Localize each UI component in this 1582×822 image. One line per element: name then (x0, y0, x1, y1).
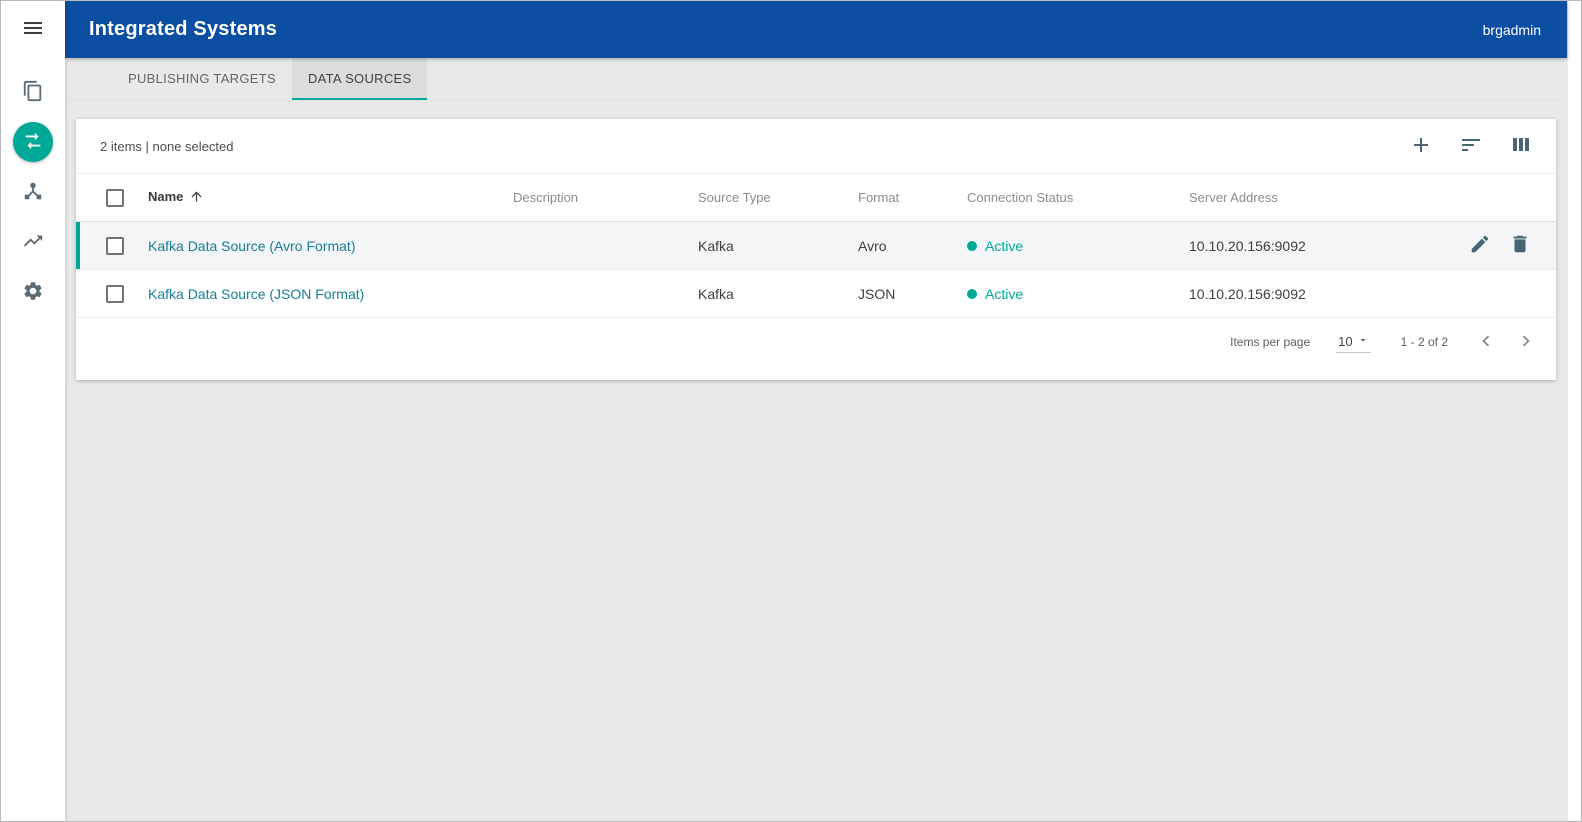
column-header-description[interactable]: Description (513, 174, 698, 222)
sidebar-item-settings[interactable] (13, 272, 53, 312)
chevron-right-icon (1515, 330, 1537, 355)
app-header: Integrated Systems brgadmin (65, 1, 1567, 58)
app-window: Integrated Systems brgadmin PUBLISHING T… (0, 0, 1582, 822)
source-type-cell: Kafka (698, 222, 858, 270)
table-row: Kafka Data Source (Avro Format) Kafka Av… (76, 222, 1556, 270)
sidebar-nav (13, 58, 53, 312)
tab-label: PUBLISHING TARGETS (128, 71, 276, 86)
column-header-format[interactable]: Format (858, 174, 967, 222)
server-address-cell: 10.10.20.156:9092 (1189, 270, 1418, 318)
status-badge: Active (967, 238, 1189, 254)
format-cell: Avro (858, 222, 967, 270)
columns-icon (1509, 133, 1533, 160)
row-checkbox[interactable] (106, 285, 124, 303)
source-type-cell: Kafka (698, 270, 858, 318)
status-dot-icon (967, 289, 977, 299)
description-cell (513, 270, 698, 318)
tab-label: DATA SOURCES (308, 71, 412, 86)
data-source-name-link[interactable]: Kafka Data Source (JSON Format) (148, 286, 364, 302)
page-size-select[interactable]: 10 (1336, 332, 1370, 353)
sort-icon (1459, 133, 1483, 160)
sidebar-item-integrated-systems[interactable] (13, 122, 53, 162)
status-dot-icon (967, 241, 977, 251)
sidebar-item-trends[interactable] (13, 222, 53, 262)
column-header-name[interactable]: Name (148, 174, 513, 222)
trash-icon (1509, 233, 1531, 258)
gear-icon (22, 280, 44, 305)
scrollbar[interactable] (1567, 1, 1581, 821)
column-header-server-address[interactable]: Server Address (1189, 174, 1418, 222)
card-toolbar: 2 items | none selected (76, 119, 1556, 173)
sidebar-item-hierarchy[interactable] (13, 172, 53, 212)
edit-button[interactable] (1462, 228, 1498, 264)
sidebar-item-feed[interactable] (13, 72, 53, 112)
pencil-icon (1469, 233, 1491, 258)
previous-page-button[interactable] (1466, 322, 1506, 362)
add-icon (1409, 133, 1433, 160)
table-header-row: Name Description Source Type Format Conn… (76, 174, 1556, 222)
paginator: Items per page 10 1 - 2 of 2 (76, 318, 1556, 366)
sort-button[interactable] (1452, 127, 1490, 165)
add-button[interactable] (1402, 127, 1440, 165)
description-cell (513, 222, 698, 270)
sort-ascending-icon (189, 192, 204, 207)
device-hub-icon (22, 180, 44, 205)
status-badge: Active (967, 286, 1189, 302)
page-range-label: 1 - 2 of 2 (1401, 335, 1448, 349)
chevron-down-icon (1357, 334, 1369, 349)
content-area: 2 items | none selected (65, 101, 1567, 821)
tab-bar: PUBLISHING TARGETS DATA SOURCES (65, 58, 1567, 101)
toolbar-actions (1402, 127, 1540, 165)
items-per-page-label: Items per page (1230, 335, 1310, 349)
server-address-cell: 10.10.20.156:9092 (1189, 222, 1418, 270)
next-page-button[interactable] (1506, 322, 1546, 362)
row-checkbox[interactable] (106, 237, 124, 255)
data-sources-table: Name Description Source Type Format Conn… (76, 173, 1556, 318)
data-source-name-link[interactable]: Kafka Data Source (Avro Format) (148, 238, 355, 254)
column-header-connection-status[interactable]: Connection Status (967, 174, 1189, 222)
format-cell: JSON (858, 270, 967, 318)
hamburger-icon (21, 16, 45, 43)
data-sources-card: 2 items | none selected (76, 119, 1556, 380)
select-all-checkbox[interactable] (106, 189, 124, 207)
columns-button[interactable] (1502, 127, 1540, 165)
tab-data-sources[interactable]: DATA SOURCES (292, 58, 428, 100)
feed-icon (22, 80, 44, 105)
delete-button[interactable] (1502, 228, 1538, 264)
column-header-source-type[interactable]: Source Type (698, 174, 858, 222)
sidebar (1, 1, 65, 821)
menu-button[interactable] (1, 1, 65, 58)
selection-summary: 2 items | none selected (100, 139, 233, 154)
trending-up-icon (22, 230, 44, 255)
main-area: Integrated Systems brgadmin PUBLISHING T… (65, 1, 1567, 821)
tab-publishing-targets[interactable]: PUBLISHING TARGETS (112, 58, 292, 100)
chevron-left-icon (1475, 330, 1497, 355)
page-title: Integrated Systems (89, 18, 277, 41)
user-menu[interactable]: brgadmin (1483, 22, 1541, 38)
table-row: Kafka Data Source (JSON Format) Kafka JS… (76, 270, 1556, 318)
swap-arrows-icon (22, 130, 44, 155)
